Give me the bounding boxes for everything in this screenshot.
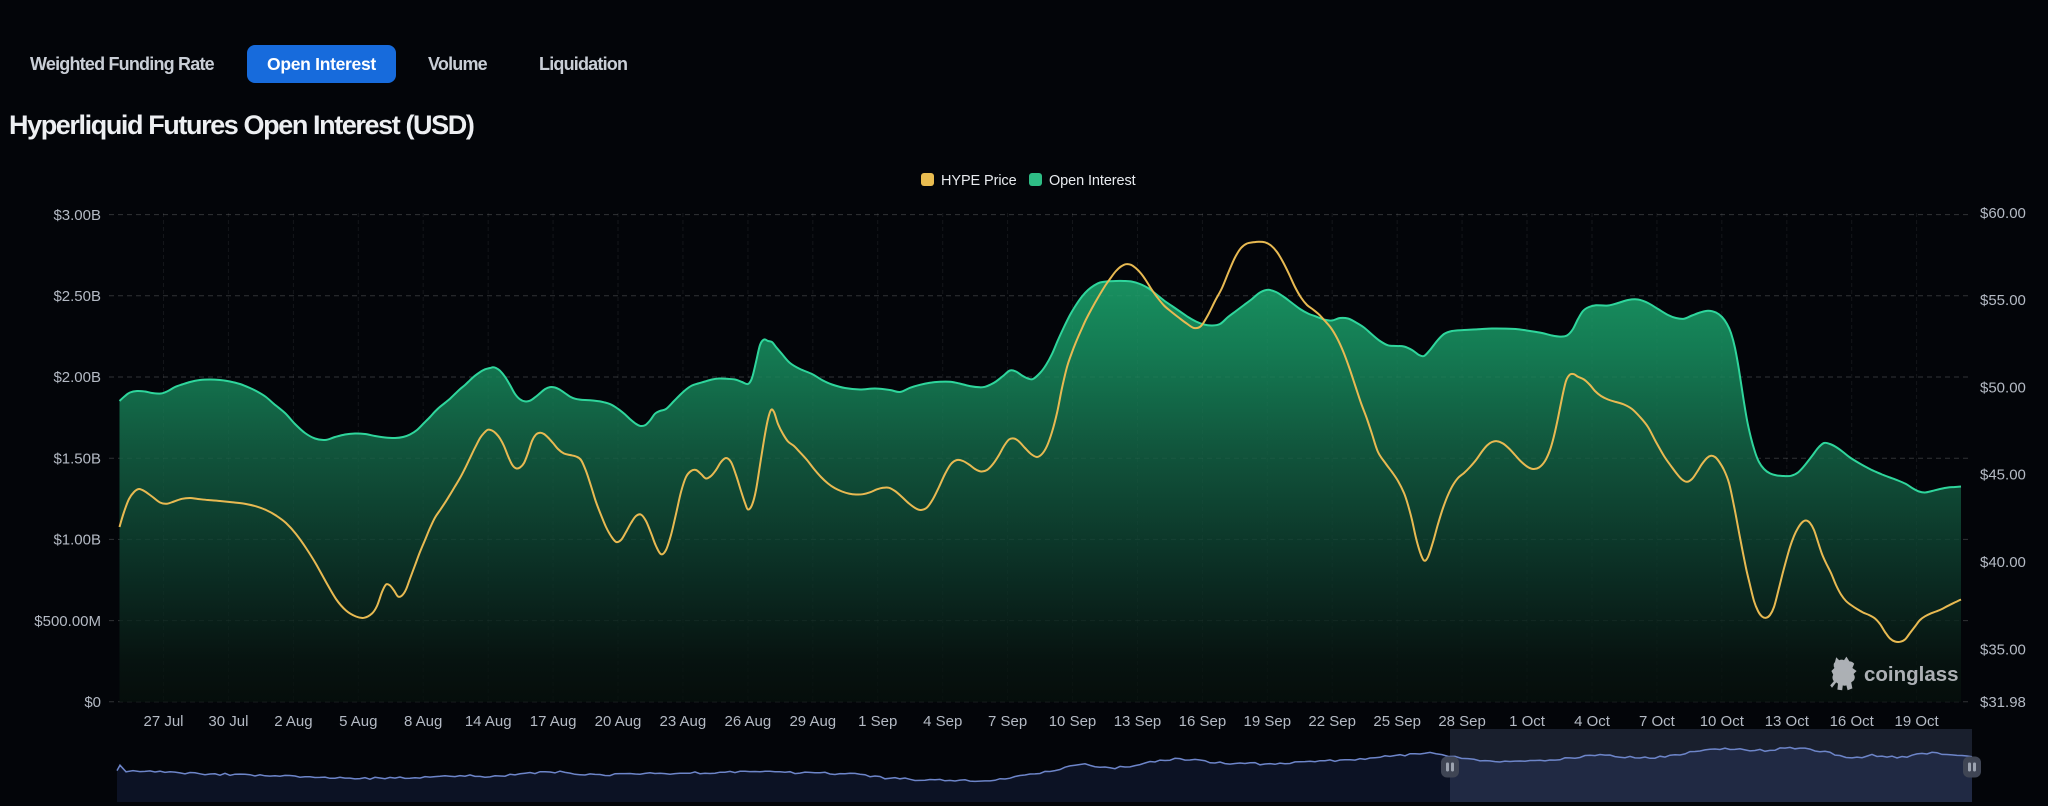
svg-text:28 Sep: 28 Sep	[1438, 713, 1486, 730]
svg-text:29 Aug: 29 Aug	[789, 713, 836, 730]
svg-text:13 Oct: 13 Oct	[1765, 713, 1810, 730]
svg-text:$60.00: $60.00	[1980, 205, 2026, 222]
svg-text:20 Aug: 20 Aug	[595, 713, 642, 730]
svg-text:30 Jul: 30 Jul	[208, 713, 248, 730]
svg-text:13 Sep: 13 Sep	[1114, 713, 1162, 730]
svg-text:2 Aug: 2 Aug	[274, 713, 312, 730]
svg-text:$3.00B: $3.00B	[53, 207, 101, 224]
svg-text:23 Aug: 23 Aug	[660, 713, 707, 730]
svg-text:$2.00B: $2.00B	[53, 369, 101, 386]
svg-text:1 Oct: 1 Oct	[1509, 713, 1546, 730]
svg-text:5 Aug: 5 Aug	[339, 713, 377, 730]
svg-text:8 Aug: 8 Aug	[404, 713, 442, 730]
svg-text:25 Sep: 25 Sep	[1373, 713, 1421, 730]
svg-text:16 Oct: 16 Oct	[1830, 713, 1875, 730]
svg-text:14 Aug: 14 Aug	[465, 713, 512, 730]
svg-text:7 Sep: 7 Sep	[988, 713, 1027, 730]
svg-text:22 Sep: 22 Sep	[1308, 713, 1356, 730]
svg-text:$2.50B: $2.50B	[53, 288, 101, 305]
svg-text:17 Aug: 17 Aug	[530, 713, 577, 730]
svg-text:$45.00: $45.00	[1980, 467, 2026, 484]
svg-text:19 Sep: 19 Sep	[1244, 713, 1292, 730]
svg-text:27 Jul: 27 Jul	[143, 713, 183, 730]
svg-text:1 Sep: 1 Sep	[858, 713, 897, 730]
svg-text:$500.00M: $500.00M	[34, 613, 101, 630]
svg-text:$1.50B: $1.50B	[53, 450, 101, 467]
svg-text:$1.00B: $1.00B	[53, 532, 101, 549]
svg-text:7 Oct: 7 Oct	[1639, 713, 1676, 730]
svg-text:$50.00: $50.00	[1980, 379, 2026, 396]
svg-text:26 Aug: 26 Aug	[725, 713, 772, 730]
svg-text:4 Oct: 4 Oct	[1574, 713, 1611, 730]
svg-text:$31.98: $31.98	[1980, 694, 2026, 711]
svg-text:4 Sep: 4 Sep	[923, 713, 962, 730]
svg-text:16 Sep: 16 Sep	[1179, 713, 1227, 730]
svg-text:$40.00: $40.00	[1980, 554, 2026, 571]
svg-text:10 Oct: 10 Oct	[1700, 713, 1745, 730]
svg-text:$55.00: $55.00	[1980, 292, 2026, 309]
svg-text:19 Oct: 19 Oct	[1895, 713, 1940, 730]
svg-text:coinglass: coinglass	[1864, 663, 1959, 686]
svg-text:10 Sep: 10 Sep	[1049, 713, 1097, 730]
svg-text:$0: $0	[84, 694, 101, 711]
svg-text:$35.00: $35.00	[1980, 641, 2026, 658]
